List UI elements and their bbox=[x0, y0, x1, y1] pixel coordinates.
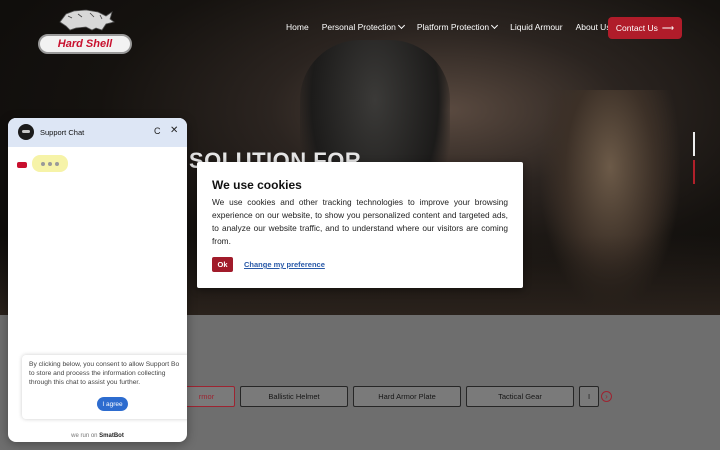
logo-plate: Hard Shell bbox=[38, 34, 132, 54]
logo-text: Hard Shell bbox=[57, 38, 113, 50]
cookie-ok-button[interactable]: Ok bbox=[212, 257, 233, 272]
consent-line: to store and process the information col… bbox=[29, 370, 166, 377]
powered-by[interactable]: we run on SmatBot bbox=[8, 433, 187, 439]
cookie-actions: Ok Change my preference bbox=[212, 257, 325, 272]
tab-partial[interactable]: I bbox=[579, 386, 599, 407]
chat-avatar bbox=[18, 124, 34, 140]
cookie-body: We use cookies and other tracking techno… bbox=[212, 197, 508, 246]
tab-label: Tactical Gear bbox=[498, 392, 542, 401]
consent-line: through this chat to assist you further. bbox=[29, 379, 141, 386]
site-header: Hard Shell Home Personal Protection Plat… bbox=[0, 0, 720, 58]
arrow-right-icon: ⟶ bbox=[661, 22, 675, 33]
nav-home[interactable]: Home bbox=[286, 22, 309, 32]
agree-button[interactable]: I agree bbox=[97, 397, 128, 411]
nav-label: Personal Protection bbox=[321, 22, 396, 32]
slider-indicator-2[interactable] bbox=[693, 160, 695, 184]
powered-brand: SmatBot bbox=[99, 433, 124, 439]
tab-label: rmor bbox=[198, 392, 215, 401]
contact-us-button[interactable]: Contact Us ⟶ bbox=[608, 17, 682, 39]
product-tabs: rmor Ballistic Helmet Hard Armor Plate T… bbox=[178, 386, 599, 407]
cookie-title: We use cookies bbox=[212, 178, 302, 192]
support-chat-widget: Support Chat C ✕ By clicking below, you … bbox=[8, 118, 187, 442]
tab-hard-armor-plate[interactable]: Hard Armor Plate bbox=[353, 386, 461, 407]
contact-us-label: Contact Us bbox=[615, 23, 658, 33]
logo[interactable]: Hard Shell bbox=[36, 6, 134, 54]
main-nav: Home Personal Protection Platform Protec… bbox=[286, 21, 632, 32]
typing-dot bbox=[41, 161, 45, 166]
change-preference-link[interactable]: Change my preference bbox=[244, 260, 325, 269]
slider-indicator-1[interactable] bbox=[693, 132, 695, 156]
cookie-dialog: We use cookies We use cookies and other … bbox=[197, 162, 523, 288]
refresh-icon[interactable]: C bbox=[154, 126, 161, 136]
nav-label: Platform Protection bbox=[416, 22, 490, 32]
nav-label: Liquid Armour bbox=[510, 22, 563, 32]
tab-tactical-gear[interactable]: Tactical Gear bbox=[466, 386, 574, 407]
typing-indicator bbox=[32, 155, 68, 172]
typing-dot bbox=[55, 161, 59, 166]
tab-label: Ballistic Helmet bbox=[268, 392, 320, 401]
bot-avatar-icon bbox=[17, 162, 27, 168]
nav-label: About Us bbox=[575, 22, 611, 32]
powered-prefix: we run on bbox=[71, 433, 98, 439]
chevron-down-icon bbox=[491, 21, 499, 30]
consent-card: By clicking below, you consent to allow … bbox=[22, 355, 187, 419]
typing-dot bbox=[48, 161, 52, 166]
close-icon[interactable]: ✕ bbox=[170, 125, 178, 136]
tabs-next-icon[interactable]: › bbox=[601, 391, 612, 402]
rhino-logo-icon bbox=[59, 9, 115, 31]
tab-label: I bbox=[587, 392, 591, 401]
tab-ballistic-helmet[interactable]: Ballistic Helmet bbox=[240, 386, 348, 407]
tab-label: Hard Armor Plate bbox=[378, 392, 436, 401]
nav-liquid-armour[interactable]: Liquid Armour bbox=[510, 22, 562, 32]
nav-personal-protection[interactable]: Personal Protection bbox=[321, 21, 405, 32]
chat-title: Support Chat bbox=[40, 128, 85, 137]
chat-header: Support Chat C ✕ bbox=[8, 118, 187, 147]
nav-platform-protection[interactable]: Platform Protection bbox=[416, 21, 499, 32]
consent-line: By clicking below, you consent to allow … bbox=[29, 361, 180, 368]
nav-label: Home bbox=[286, 22, 309, 32]
chevron-down-icon bbox=[397, 21, 405, 30]
